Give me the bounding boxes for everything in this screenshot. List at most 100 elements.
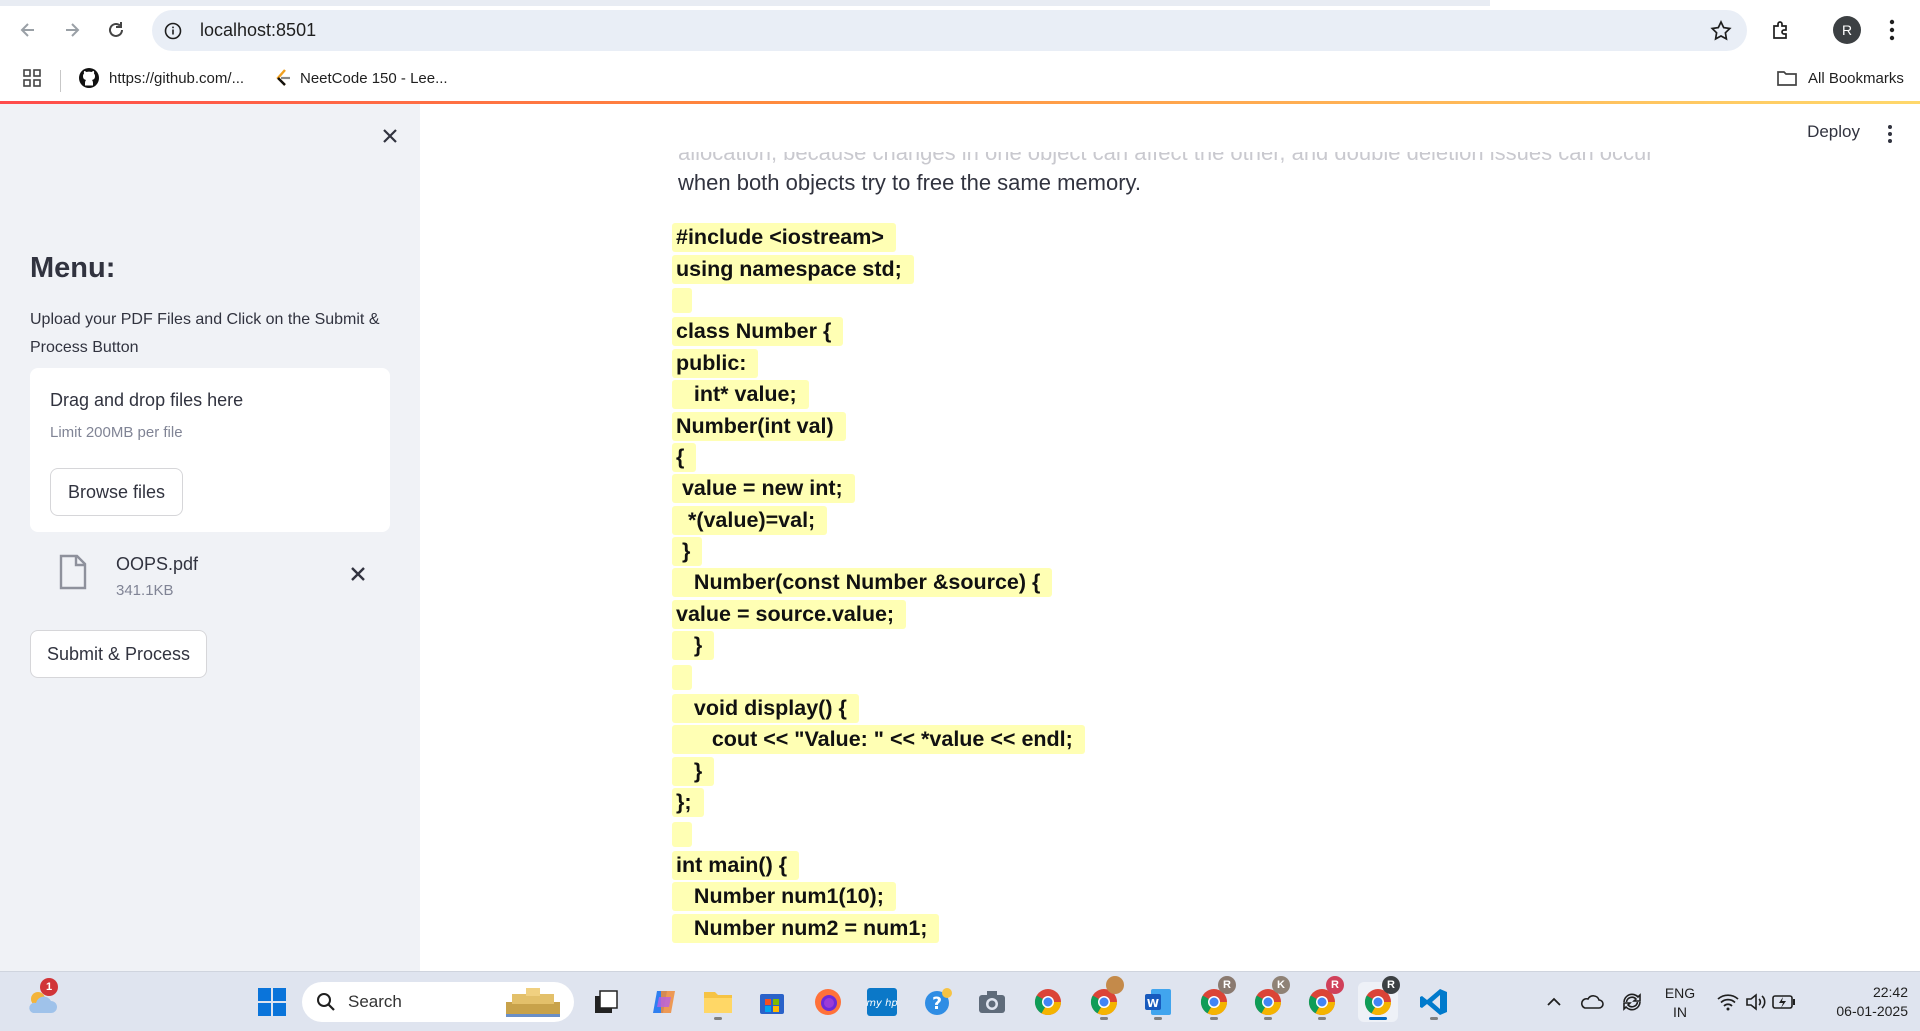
taskbar-search[interactable]: Search	[302, 982, 574, 1022]
bookmarks-divider	[60, 70, 61, 92]
remove-file-icon[interactable]	[346, 562, 370, 586]
code-line	[672, 285, 1085, 316]
taskbar-vscode[interactable]	[1414, 982, 1454, 1022]
code-line: value = new int;	[672, 473, 1085, 504]
code-line: class Number {	[672, 316, 1085, 347]
language-indicator[interactable]: ENG IN	[1660, 984, 1700, 1022]
file-icon	[59, 554, 87, 590]
code-line: {	[672, 442, 1085, 473]
code-line: Number num2 = num1;	[672, 913, 1085, 944]
code-line: using namespace std;	[672, 253, 1085, 284]
main-content: Deploy allocation, because changes in on…	[420, 104, 1920, 971]
bookmark-github[interactable]: https://github.com/...	[78, 66, 244, 90]
code-line: Number(const Number &source) {	[672, 567, 1085, 598]
taskbar-word[interactable]: W	[1138, 982, 1178, 1022]
running-indicator	[1154, 1017, 1162, 1020]
task-view-icon	[595, 990, 618, 1013]
sync-tray[interactable]	[1612, 982, 1652, 1022]
code-line-text: };	[672, 788, 704, 818]
vscode-icon	[1420, 989, 1447, 1015]
clock-time: 22:42	[1872, 984, 1908, 1000]
deploy-button[interactable]: Deploy	[1807, 122, 1860, 142]
dropzone-title: Drag and drop files here	[50, 390, 244, 410]
submit-process-button[interactable]: Submit & Process	[30, 630, 207, 678]
leetcode-icon	[276, 69, 290, 86]
browser-menu-button[interactable]	[1876, 14, 1908, 46]
profile-avatar[interactable]: R	[1833, 16, 1861, 44]
taskbar-camera[interactable]	[972, 982, 1012, 1022]
site-info-icon[interactable]	[162, 20, 184, 42]
taskbar-file-explorer[interactable]	[698, 982, 738, 1022]
code-line: }	[672, 536, 1085, 567]
back-button[interactable]	[12, 14, 44, 46]
code-line: };	[672, 787, 1085, 818]
code-line	[672, 661, 1085, 692]
taskbar-chrome-1[interactable]	[1028, 982, 1068, 1022]
taskbar-chrome-profile-r1[interactable]: R	[1194, 976, 1236, 1022]
battery-tray[interactable]	[1764, 982, 1804, 1022]
taskbar-get-help[interactable]: ?	[918, 982, 958, 1022]
onedrive-tray[interactable]	[1572, 982, 1612, 1022]
notification-badge: 1	[40, 978, 58, 996]
all-bookmarks-button[interactable]: All Bookmarks	[1776, 66, 1904, 90]
taskbar-firefox[interactable]	[808, 982, 848, 1022]
file-dropzone[interactable]: Drag and drop files here Limit 200MB per…	[30, 368, 390, 532]
code-line: void display() {	[672, 693, 1085, 724]
taskbar-myhp[interactable]: my hp	[862, 982, 902, 1022]
cloud-icon	[1581, 995, 1604, 1009]
bookmark-star-icon[interactable]	[1709, 19, 1733, 43]
code-line-text: Number num1(10);	[672, 882, 896, 912]
github-icon	[79, 68, 99, 88]
code-line-text: public:	[672, 348, 759, 378]
taskbar-chrome-profile-r3-active[interactable]: R	[1358, 976, 1400, 1022]
bookmark-label: NeetCode 150 - Lee...	[300, 69, 448, 87]
taskbar-chrome-profile-r2[interactable]: R	[1302, 976, 1344, 1022]
taskbar-chrome-profile-k[interactable]: K	[1248, 976, 1290, 1022]
start-button[interactable]	[252, 982, 292, 1022]
code-line-text: void display() {	[672, 694, 859, 724]
file-size: 341.1KB	[116, 582, 174, 599]
code-line-text: int* value;	[672, 380, 809, 410]
running-indicator	[1318, 1017, 1326, 1020]
close-sidebar-button[interactable]	[376, 122, 404, 150]
code-line: int* value;	[672, 379, 1085, 410]
sidebar-description: Upload your PDF Files and Click on the S…	[30, 311, 380, 356]
reload-button[interactable]	[100, 14, 132, 46]
code-line: }	[672, 630, 1085, 661]
browse-files-button[interactable]: Browse files	[50, 468, 183, 516]
taskbar-copilot[interactable]	[644, 982, 684, 1022]
help-icon: ?	[925, 988, 952, 1015]
weather-widget[interactable]: 1	[22, 978, 62, 1022]
address-bar[interactable]: localhost:8501	[152, 10, 1747, 51]
close-icon	[383, 129, 397, 143]
apps-button[interactable]	[22, 66, 42, 90]
taskbar-task-view[interactable]	[586, 982, 626, 1022]
forward-button[interactable]	[56, 14, 88, 46]
code-line-text: cout << "Value: " << *value << endl;	[672, 725, 1085, 755]
code-line: Number(int val)	[672, 410, 1085, 441]
app-menu-button[interactable]	[1880, 122, 1900, 146]
camera-icon	[979, 991, 1005, 1013]
profile-photo-badge	[1106, 976, 1124, 994]
taskbar-store[interactable]	[752, 982, 792, 1022]
dropzone-limit: Limit 200MB per file	[50, 424, 183, 441]
profile-badge: R	[1326, 976, 1344, 994]
code-line: public:	[672, 348, 1085, 379]
code-line-text: Number(int val)	[672, 411, 846, 441]
show-hidden-icons[interactable]	[1534, 982, 1574, 1022]
store-icon	[760, 994, 784, 1014]
running-indicator	[1210, 1017, 1218, 1020]
language-code: ENG	[1664, 985, 1696, 1001]
bookmarks-bar: https://github.com/... NeetCode 150 - Le…	[0, 60, 1920, 94]
code-line-text: value = source.value;	[672, 599, 907, 629]
extensions-button[interactable]	[1765, 14, 1797, 46]
code-line-text	[672, 287, 692, 313]
url-text: localhost:8501	[200, 20, 317, 40]
svg-text:W: W	[1147, 997, 1159, 1010]
all-bookmarks-label: All Bookmarks	[1808, 69, 1904, 87]
taskbar-chrome-2[interactable]	[1084, 976, 1124, 1022]
bookmark-neetcode[interactable]: NeetCode 150 - Lee...	[272, 66, 448, 90]
reload-icon	[109, 22, 123, 37]
code-line-text: int main() {	[672, 851, 800, 880]
clock[interactable]: 22:42 06-01-2025	[1808, 983, 1908, 1021]
